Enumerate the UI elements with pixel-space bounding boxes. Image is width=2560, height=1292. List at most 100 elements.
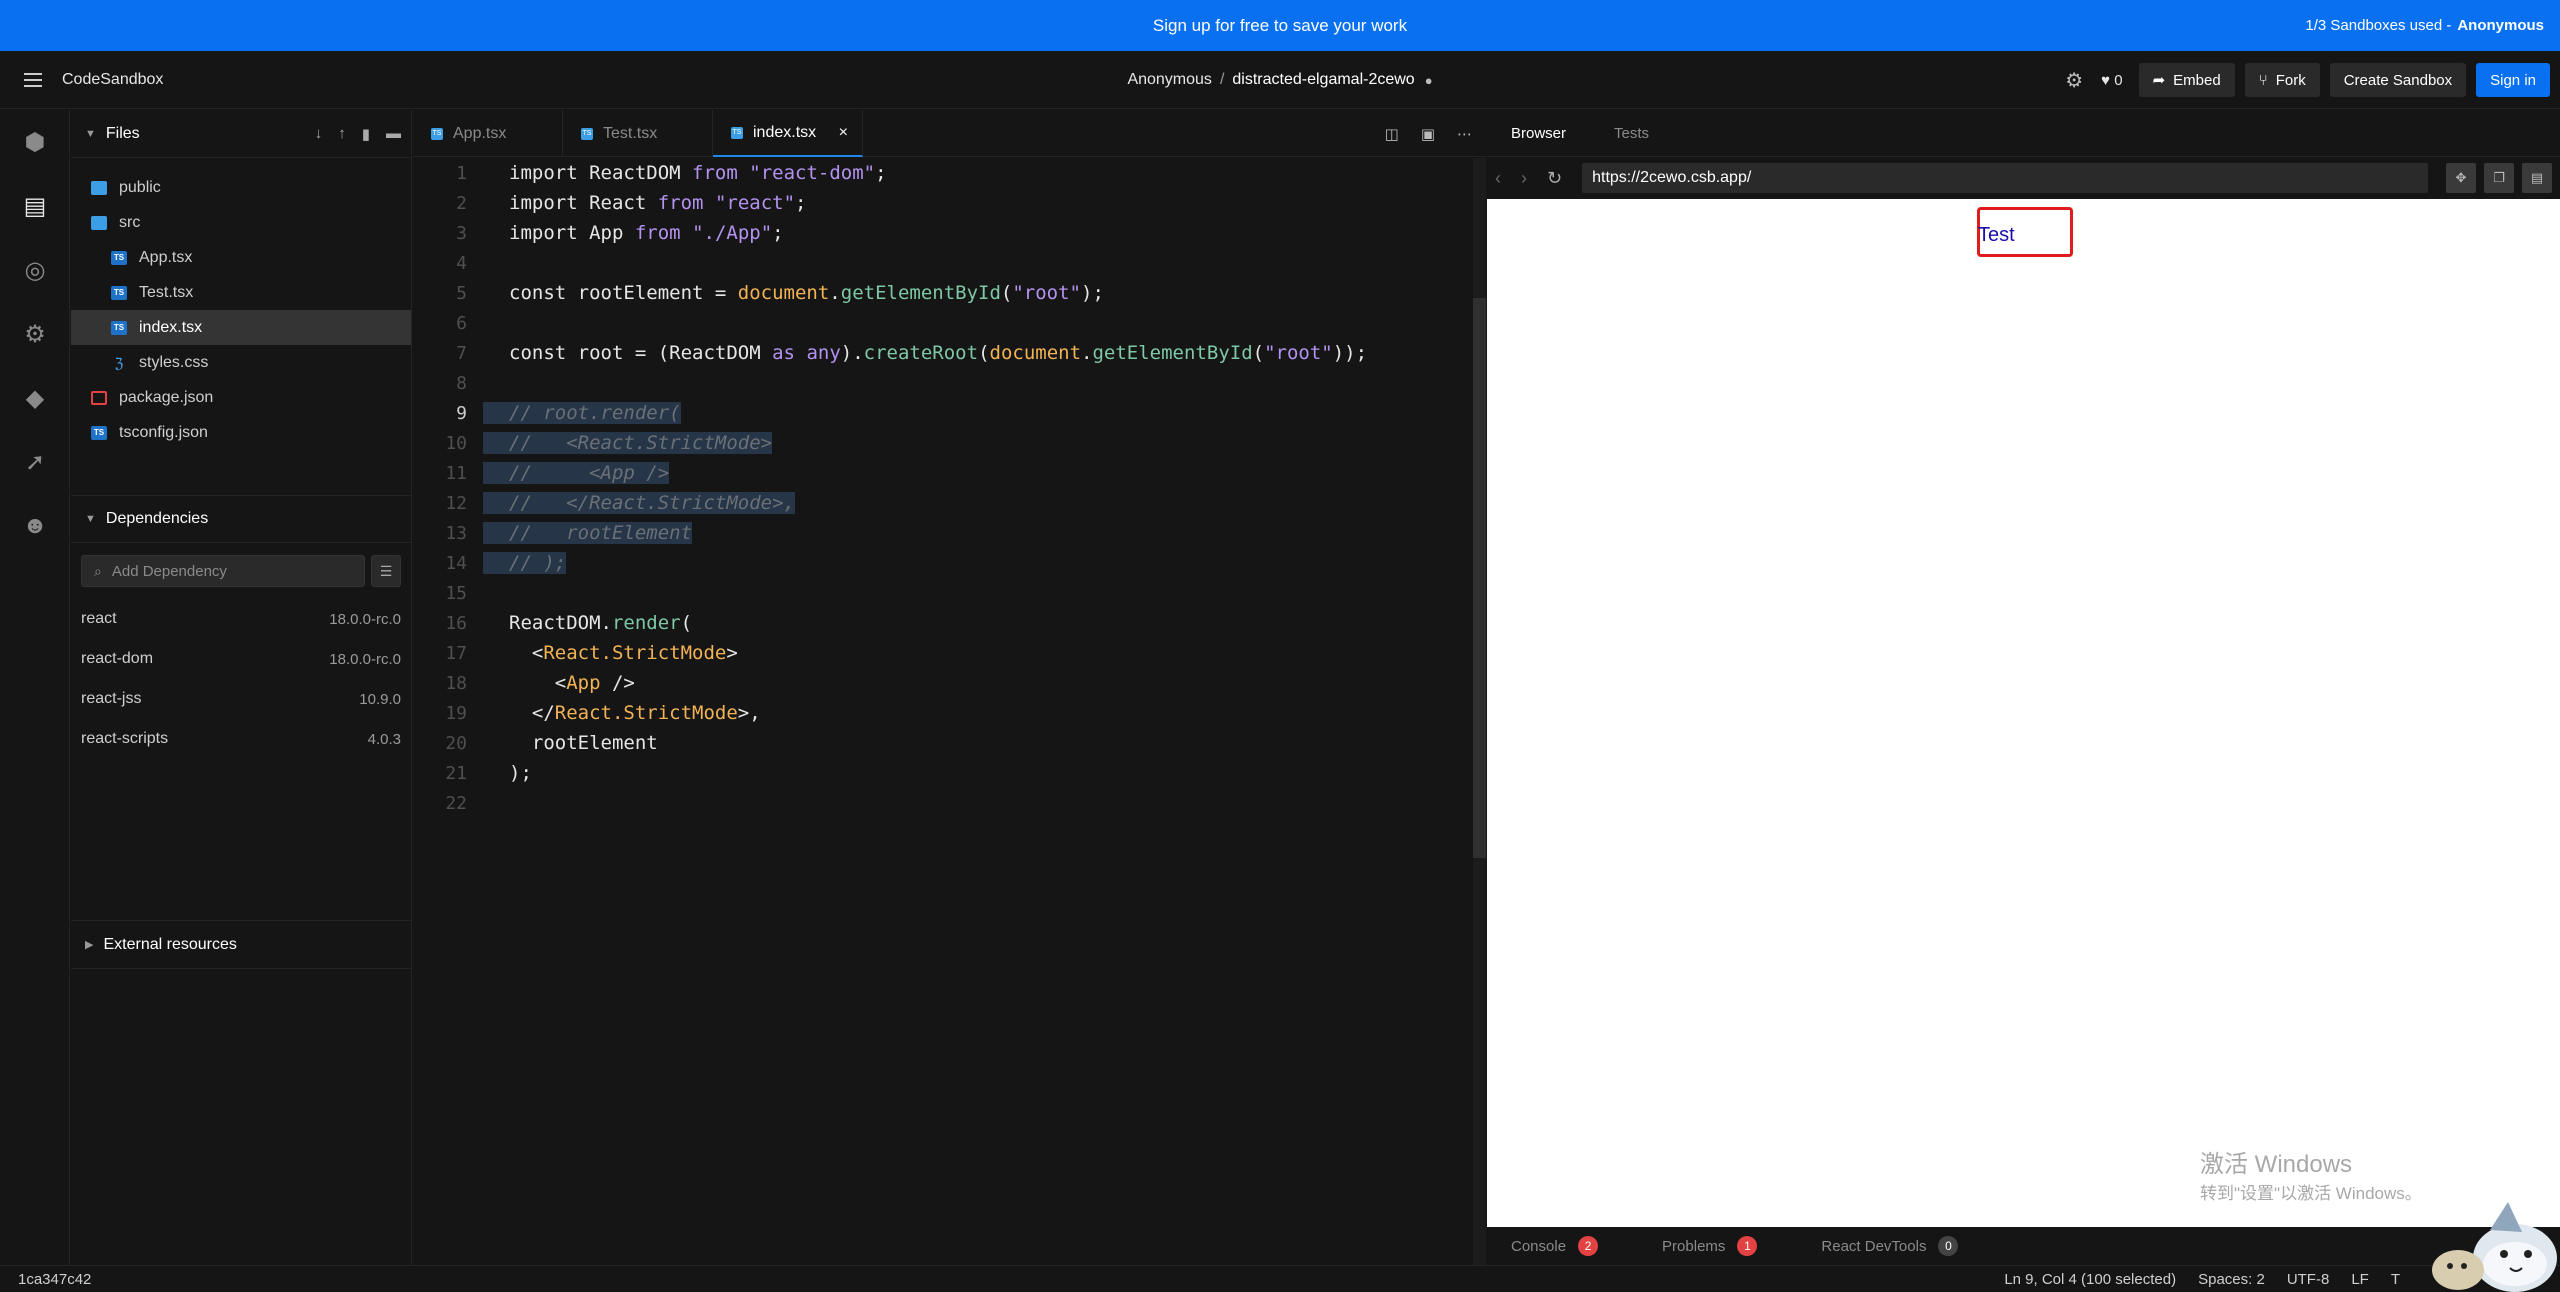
code-line[interactable]: 7 const root = (ReactDOM as any).createRo… bbox=[413, 338, 1367, 368]
code-line[interactable]: 13 // rootElement bbox=[413, 518, 693, 548]
code-line[interactable]: 3 import App from "./App"; bbox=[413, 218, 783, 248]
add-dependency-input[interactable]: ⌕ Add Dependency bbox=[81, 555, 365, 587]
code-line[interactable]: 4 bbox=[413, 248, 509, 278]
sign-in-button[interactable]: Sign in bbox=[2476, 63, 2550, 97]
code-line[interactable]: 14 // ); bbox=[413, 548, 567, 578]
upload-icon[interactable]: ↑ bbox=[338, 125, 346, 143]
create-label: Create Sandbox bbox=[2343, 71, 2453, 89]
test-link[interactable]: Test bbox=[1978, 224, 2015, 247]
code-line[interactable]: 8 bbox=[413, 368, 509, 398]
settings-gear-icon[interactable]: ⚙ bbox=[2065, 68, 2083, 93]
code-line[interactable]: 1 import ReactDOM from "react-dom"; bbox=[413, 158, 886, 188]
responsive-view-icon[interactable]: ✥ bbox=[2446, 163, 2476, 193]
create-sandbox-button[interactable]: Create Sandbox bbox=[2329, 63, 2467, 97]
search-icon: ⌕ bbox=[94, 562, 102, 579]
editor-scrollbar[interactable] bbox=[1473, 158, 1486, 1265]
explorer-files-icon[interactable]: ▤ bbox=[0, 174, 70, 238]
sandbox-owner[interactable]: Anonymous bbox=[1127, 71, 1212, 89]
tab-react-devtools[interactable]: React DevTools 0 bbox=[1821, 1236, 1959, 1256]
external-resources-header[interactable]: ▶ External resources bbox=[71, 921, 411, 969]
preview-toggle-icon[interactable]: ▣ bbox=[1421, 125, 1435, 143]
typescript-file-icon: TS bbox=[111, 250, 127, 265]
sandbox-name[interactable]: distracted-elgamal-2cewo bbox=[1232, 71, 1414, 89]
tree-item-tsconfig-json[interactable]: TS tsconfig.json bbox=[71, 415, 411, 450]
code-line[interactable]: 11 // <App /> bbox=[413, 458, 670, 488]
code-line[interactable]: 18 <App /> bbox=[413, 668, 635, 698]
url-input[interactable]: https://2cewo.csb.app/ bbox=[1582, 163, 2428, 193]
banner-message[interactable]: Sign up for free to save your work bbox=[1153, 16, 1407, 36]
dependency-row[interactable]: react-jss 10.9.0 bbox=[71, 679, 411, 719]
code-line[interactable]: 22 bbox=[413, 788, 509, 818]
code-line[interactable]: 10 // <React.StrictMode> bbox=[413, 428, 773, 458]
line-number: 15 bbox=[445, 582, 467, 604]
refresh-icon[interactable]: ↻ bbox=[1547, 168, 1562, 189]
code-line[interactable]: 20 rootElement bbox=[413, 728, 657, 758]
search-icon[interactable]: ◎ bbox=[0, 238, 70, 302]
dependency-options-icon[interactable]: ☰ bbox=[371, 555, 401, 587]
tab-label: Test.tsx bbox=[603, 124, 658, 142]
open-new-window-icon[interactable]: ❐ bbox=[2484, 163, 2514, 193]
live-users-icon[interactable]: ☻ bbox=[0, 494, 70, 558]
tab-problems[interactable]: Problems 1 bbox=[1662, 1236, 1758, 1256]
forward-arrow-icon[interactable]: › bbox=[1521, 168, 1527, 189]
fork-button[interactable]: ⑂ Fork bbox=[2244, 63, 2320, 97]
code-line[interactable]: 5 const rootElement = document.getElement… bbox=[413, 278, 1104, 308]
code-line[interactable]: 21); bbox=[413, 758, 532, 788]
code-line[interactable]: 12 // </React.StrictMode>, bbox=[413, 488, 795, 518]
hamburger-menu-icon[interactable] bbox=[24, 72, 42, 87]
new-file-icon[interactable]: ▮ bbox=[362, 125, 370, 143]
back-arrow-icon[interactable]: ‹ bbox=[1495, 168, 1501, 189]
tree-item-label: public bbox=[119, 178, 161, 196]
line-ending[interactable]: LF bbox=[2351, 1271, 2369, 1288]
code-line[interactable]: 17 <React.StrictMode> bbox=[413, 638, 738, 668]
code-editor[interactable]: 1 import ReactDOM from "react-dom"; 2 impor… bbox=[413, 158, 1473, 1265]
code-line[interactable]: 19 </React.StrictMode>, bbox=[413, 698, 760, 728]
preview-menu-icon[interactable]: ▤ bbox=[2522, 163, 2552, 193]
tree-item-src[interactable]: src bbox=[71, 205, 411, 240]
tab-index-tsx[interactable]: TS index.tsx × bbox=[713, 110, 863, 157]
usage-text: 1/3 Sandboxes used - bbox=[2305, 17, 2452, 34]
tree-item-styles-css[interactable]: ℨ styles.css bbox=[71, 345, 411, 380]
code-line[interactable]: 16 ReactDOM.render( bbox=[413, 608, 692, 638]
tab-app-tsx[interactable]: TS App.tsx bbox=[413, 110, 563, 157]
folder-open-icon bbox=[91, 215, 107, 230]
dependency-row[interactable]: react 18.0.0-rc.0 bbox=[71, 599, 411, 639]
github-icon[interactable]: ◆ bbox=[0, 366, 70, 430]
tab-test-tsx[interactable]: TS Test.tsx bbox=[563, 110, 713, 157]
settings-icon[interactable]: ⚙ bbox=[0, 302, 70, 366]
deploy-rocket-icon[interactable]: ➚ bbox=[0, 430, 70, 494]
download-icon[interactable]: ↓ bbox=[315, 125, 323, 143]
cursor-position[interactable]: Ln 9, Col 4 (100 selected) bbox=[2004, 1271, 2176, 1288]
dependencies-header[interactable]: ▼ Dependencies bbox=[71, 495, 411, 543]
tab-tests[interactable]: Tests bbox=[1590, 125, 1673, 142]
project-info-icon[interactable]: ⬢ bbox=[0, 110, 70, 174]
tree-item-app-tsx[interactable]: TS App.tsx bbox=[71, 240, 411, 275]
encoding[interactable]: UTF-8 bbox=[2287, 1271, 2330, 1288]
tree-item-label: src bbox=[119, 213, 141, 231]
tree-item-public[interactable]: public bbox=[71, 170, 411, 205]
files-section-header[interactable]: ▼ Files ↓ ↑ ▮ ▬ bbox=[71, 110, 411, 158]
tree-item-test-tsx[interactable]: TS Test.tsx bbox=[71, 275, 411, 310]
code-line[interactable]: 2 import React from "react"; bbox=[413, 188, 806, 218]
split-view-icon[interactable]: ◫ bbox=[1385, 125, 1399, 143]
tree-item-index-tsx[interactable]: TS index.tsx bbox=[71, 310, 411, 345]
editor-scroll-thumb[interactable] bbox=[1473, 298, 1486, 858]
code-line[interactable]: 9 // root.render( bbox=[413, 398, 681, 428]
new-folder-icon[interactable]: ▬ bbox=[386, 125, 401, 143]
code-line[interactable]: 15 bbox=[413, 578, 509, 608]
more-options-icon[interactable]: ⋯ bbox=[1457, 125, 1472, 143]
language-mode[interactable]: T bbox=[2391, 1271, 2400, 1288]
expand-triangle-icon: ▶ bbox=[85, 939, 94, 951]
code-line[interactable]: 6 bbox=[413, 308, 509, 338]
tab-console[interactable]: Console 2 bbox=[1511, 1236, 1599, 1256]
like-button[interactable]: ♥ 0 bbox=[2101, 72, 2122, 89]
dependency-row[interactable]: react-dom 18.0.0-rc.0 bbox=[71, 639, 411, 679]
title-separator: / bbox=[1219, 71, 1225, 88]
dependency-row[interactable]: react-scripts 4.0.3 bbox=[71, 719, 411, 759]
signup-banner[interactable]: Sign up for free to save your work 1/3 S… bbox=[0, 0, 2560, 51]
indentation[interactable]: Spaces: 2 bbox=[2198, 1271, 2265, 1288]
close-tab-icon[interactable]: × bbox=[839, 124, 848, 142]
embed-button[interactable]: ➦ Embed bbox=[2138, 63, 2235, 97]
tree-item-package-json[interactable]: package.json bbox=[71, 380, 411, 415]
tab-browser[interactable]: Browser bbox=[1487, 125, 1590, 142]
